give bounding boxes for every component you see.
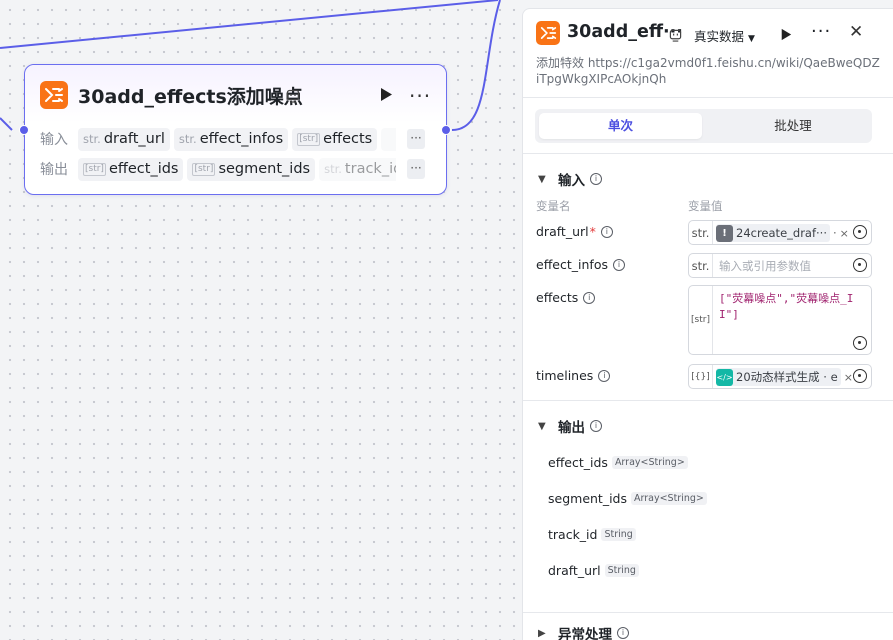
node-more-button[interactable]: ··· (409, 84, 431, 108)
exception-section-header[interactable]: ▶ 异常处理 i (538, 623, 629, 640)
param-timelines-label: timelines i (536, 368, 611, 383)
col-value-header: 变量值 (688, 199, 723, 213)
param-draft-url-label: draft_url * i (536, 224, 613, 239)
output-port[interactable] (441, 125, 451, 135)
effect-infos-value-field[interactable]: str. 输入或引用参数值 (688, 253, 872, 278)
divider (523, 612, 893, 613)
run-mode-tabs: 单次 批处理 (535, 109, 872, 143)
node-title: 30add_effects添加噪点 (78, 86, 303, 108)
param-effect-infos-label: effect_infos i (536, 257, 625, 272)
remove-reference-icon[interactable]: × (840, 227, 849, 240)
param-effects-label: effects i (536, 290, 596, 305)
target-icon[interactable] (853, 369, 867, 383)
info-icon[interactable]: i (583, 291, 596, 304)
input-chip-overflow (381, 127, 396, 151)
info-icon[interactable]: i (590, 420, 602, 432)
output-item: segment_ids Array<String> (548, 491, 707, 506)
output-item: draft_url String (548, 563, 639, 578)
workflow-node[interactable]: 30add_effects添加噪点 ··· 输入 str. draft_url s… (19, 64, 451, 195)
plugin-logo-icon (40, 81, 68, 109)
type-label: str. (689, 221, 713, 244)
input-chip-effect-infos: str. effect_infos (173, 127, 289, 151)
info-icon[interactable]: i (617, 627, 629, 639)
divider (523, 97, 893, 98)
chevron-down-icon: ▼ (538, 420, 546, 432)
variable-reference-pill[interactable]: ! 24create_draf··· (716, 224, 830, 242)
inputs-label: 输入 (40, 132, 68, 148)
target-icon[interactable] (853, 258, 867, 272)
input-section-header[interactable]: ▼ 输入 i (538, 169, 602, 189)
output-chip-track-id: str.track_id (319, 157, 396, 181)
outputs-more-button[interactable]: ··· (407, 159, 425, 179)
timelines-value-field[interactable]: [{}] </> 20动态样式生成 · e × (688, 364, 872, 389)
panel-plugin-logo-icon (536, 21, 560, 45)
output-chip-effect-ids: [str] effect_ids (78, 157, 184, 181)
close-icon[interactable]: ✕ (849, 22, 863, 42)
outputs-label: 输出 (40, 162, 68, 178)
effect-infos-input[interactable]: 输入或引用参数值 (719, 257, 811, 275)
type-label: [str] (689, 286, 713, 354)
remove-reference-icon[interactable]: × (844, 371, 853, 384)
effects-value-editor[interactable]: [str] ["荧幕噪点","荧幕噪点_II"] (688, 285, 872, 355)
col-name-header: 变量名 (536, 199, 571, 213)
input-port[interactable] (19, 125, 29, 135)
type-badge: Array<String> (611, 456, 688, 469)
json-value-text[interactable]: ["荧幕噪点","荧幕噪点_II"] (719, 291, 864, 323)
draft-url-value-field[interactable]: str. ! 24create_draf··· · × (688, 220, 872, 245)
input-chip-effects: [str] effects (292, 127, 378, 151)
plugin-badge-icon (286, 88, 300, 107)
node-inputs-row: 输入 str. draft_url str. effect_infos [str] e… (40, 127, 396, 151)
divider (523, 400, 893, 401)
output-item: effect_ids Array<String> (548, 455, 688, 470)
tab-batch[interactable]: 批处理 (718, 113, 868, 139)
type-badge: Array<String> (631, 492, 707, 505)
inputs-more-button[interactable]: ··· (407, 129, 425, 149)
chevron-right-icon: ▶ (538, 627, 546, 639)
type-label: str. (689, 254, 713, 277)
node-outputs-row: 输出 [str] effect_ids [str] segment_ids str.… (40, 157, 396, 181)
type-label: [{}] (689, 365, 713, 388)
input-chip-draft-url: str. draft_url (78, 127, 170, 151)
target-icon[interactable] (853, 336, 867, 350)
node-config-panel: 30add_eff··· 真实数据 ▼ ··· ✕ 添加特效 https://c1… (522, 8, 893, 640)
type-badge: String (601, 528, 636, 541)
panel-more-button[interactable]: ··· (811, 21, 831, 42)
panel-run-button[interactable] (780, 26, 792, 45)
tab-single[interactable]: 单次 (539, 113, 702, 139)
info-icon[interactable]: i (600, 225, 613, 238)
incoming-edge (0, 0, 499, 49)
type-badge: String (604, 564, 639, 577)
target-icon[interactable] (853, 225, 867, 239)
data-mode-select[interactable]: 真实数据 ▼ (694, 26, 755, 45)
chevron-down-icon: ▼ (538, 173, 546, 185)
incoming-edge-left (0, 117, 13, 131)
info-icon[interactable]: i (598, 369, 611, 382)
code-icon: </> (716, 368, 733, 386)
panel-plugin-badge-icon (669, 27, 682, 46)
info-icon[interactable]: i (612, 258, 625, 271)
output-chip-segment-ids: [str] segment_ids (187, 157, 316, 181)
run-node-button[interactable] (379, 87, 393, 106)
warning-icon: ! (716, 224, 733, 242)
outgoing-edge (451, 0, 501, 131)
ref-separator: · (832, 226, 837, 240)
panel-description: 添加特效 https://c1ga2vmd0f1.feishu.cn/wiki/… (536, 56, 880, 86)
output-item: track_id String (548, 527, 636, 542)
variable-reference-pill[interactable]: </> 20动态样式生成 · e (716, 368, 841, 386)
info-icon[interactable]: i (590, 173, 602, 185)
divider (523, 153, 893, 154)
chevron-down-icon: ▼ (748, 34, 755, 44)
panel-title[interactable]: 30add_eff··· (567, 22, 683, 42)
output-section-header[interactable]: ▼ 输出 i (538, 416, 602, 436)
